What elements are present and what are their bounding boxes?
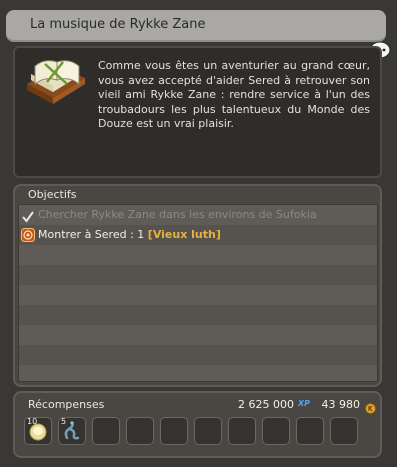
objectives-header: Objectifs: [28, 188, 77, 201]
open-book-icon: [23, 54, 89, 104]
quest-title: La musique de Rykke Zane: [30, 17, 206, 32]
empty-reward-slot: [228, 417, 256, 445]
serpent-icon: [64, 421, 80, 440]
empty-reward-slot: [194, 417, 222, 445]
xp-icon: XP: [297, 399, 310, 408]
objective-text-prefix: Montrer à Sered : 1: [38, 228, 148, 241]
empty-reward-slot: [160, 417, 188, 445]
checkmark-icon: [22, 208, 34, 223]
reward-item-slot[interactable]: 10: [24, 417, 52, 445]
quest-description-panel: Comme vous êtes un aventurier au grand c…: [13, 46, 382, 178]
empty-row: [19, 365, 377, 381]
objectives-panel: Objectifs Chercher Rykke Zane dans les e…: [13, 184, 382, 387]
kama-coin-icon: [365, 399, 376, 414]
objectives-list: Chercher Rykke Zane dans les environs de…: [18, 204, 378, 382]
empty-row: [19, 285, 377, 305]
empty-row: [19, 305, 377, 325]
empty-row: [19, 245, 377, 265]
empty-row: [19, 325, 377, 345]
empty-reward-slot: [126, 417, 154, 445]
empty-row: [19, 265, 377, 285]
objective-row[interactable]: Montrer à Sered : 1 [Vieux luth]: [19, 225, 377, 245]
quest-description-text: Comme vous êtes un aventurier au grand c…: [98, 59, 370, 130]
objective-text: Chercher Rykke Zane dans les environs de…: [38, 208, 317, 221]
empty-reward-slot: [262, 417, 290, 445]
item-link[interactable]: [Vieux luth]: [148, 228, 221, 241]
empty-reward-slot: [330, 417, 358, 445]
objective-text: Montrer à Sered : 1 [Vieux luth]: [38, 228, 221, 241]
empty-row: [19, 345, 377, 365]
rewards-panel: Récompenses 2 625 000 XP 43 980 10 5: [13, 391, 382, 458]
empty-reward-slot: [296, 417, 324, 445]
xp-reward-value: 2 625 000: [238, 398, 294, 411]
quest-title-bar: La musique de Rykke Zane: [6, 10, 386, 42]
target-icon: [21, 227, 35, 242]
kamas-reward-value: 43 980: [321, 398, 361, 411]
rewards-header: Récompenses: [28, 398, 105, 411]
bread-icon: [29, 423, 47, 441]
reward-item-slot[interactable]: 5: [58, 417, 86, 445]
objective-row[interactable]: Chercher Rykke Zane dans les environs de…: [19, 205, 377, 225]
empty-reward-slot: [92, 417, 120, 445]
